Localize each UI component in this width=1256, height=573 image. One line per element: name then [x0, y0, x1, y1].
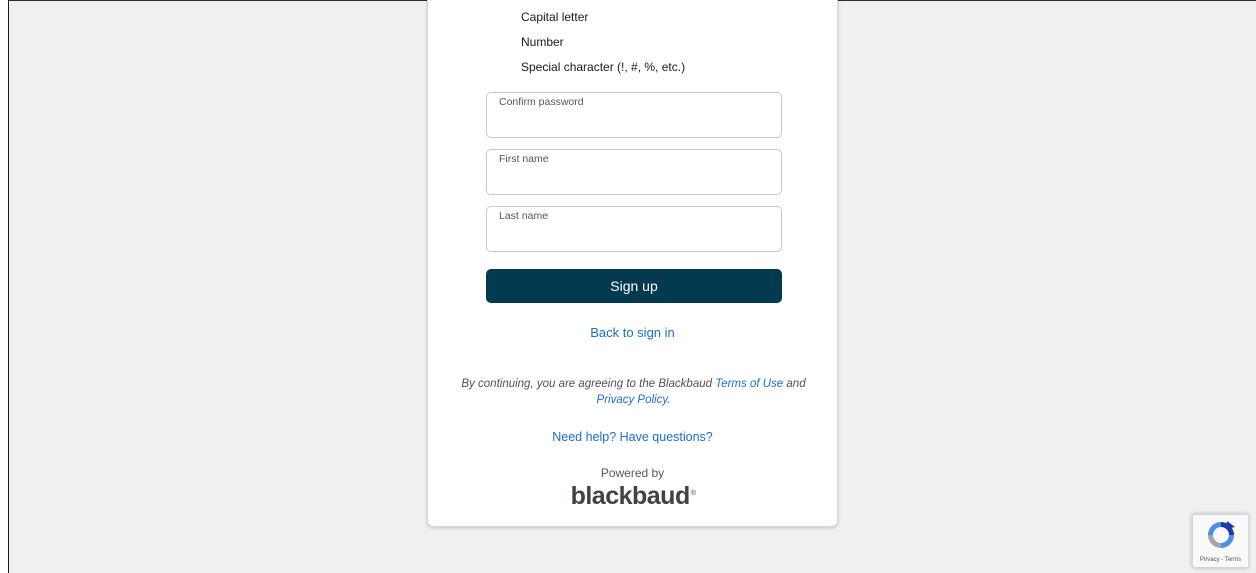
privacy-policy-link[interactable]: Privacy Policy: [597, 394, 668, 406]
blackbaud-logo: blackbaud®: [428, 482, 837, 511]
recaptcha-privacy-link[interactable]: Privacy: [1200, 557, 1220, 563]
recaptcha-terms-link[interactable]: Terms: [1225, 557, 1241, 563]
first-name-input[interactable]: [498, 171, 768, 189]
recaptcha-badge[interactable]: Privacy - Terms: [1192, 514, 1248, 568]
password-requirement-special: Special character (!, #, %, etc.): [521, 60, 686, 74]
confirm-password-field[interactable]: Confirm password: [486, 92, 782, 138]
confirm-password-input[interactable]: [498, 114, 768, 132]
legal-notice: By continuing, you are agreeing to the B…: [448, 376, 819, 408]
powered-by-label: Powered by: [600, 466, 665, 480]
legal-and: and: [786, 378, 806, 390]
recaptcha-links: Privacy - Terms: [1193, 557, 1248, 563]
brand-registered-mark: ®: [690, 490, 696, 497]
confirm-password-label: Confirm password: [499, 96, 584, 108]
terms-of-use-link[interactable]: Terms of Use: [715, 378, 783, 390]
brand-wordmark: blackbaud: [570, 482, 691, 510]
need-help-link[interactable]: Need help? Have questions?: [428, 430, 837, 444]
first-name-label: First name: [499, 153, 549, 165]
password-requirement-capital: Capital letter: [521, 10, 589, 24]
legal-prefix: By continuing, you are agreeing to the B…: [461, 378, 713, 390]
last-name-input[interactable]: [498, 228, 768, 246]
recaptcha-icon: [1208, 521, 1235, 548]
legal-suffix: .: [667, 394, 671, 406]
last-name-field[interactable]: Last name: [486, 206, 782, 252]
last-name-label: Last name: [499, 210, 549, 222]
first-name-field[interactable]: First name: [486, 149, 782, 195]
signup-card: Capital letter Number Special character …: [427, 0, 838, 527]
page-background: Capital letter Number Special character …: [8, 0, 1256, 573]
sign-up-button[interactable]: Sign up: [486, 269, 782, 303]
password-requirement-number: Number: [521, 35, 564, 49]
back-to-sign-in-link[interactable]: Back to sign in: [428, 325, 837, 340]
